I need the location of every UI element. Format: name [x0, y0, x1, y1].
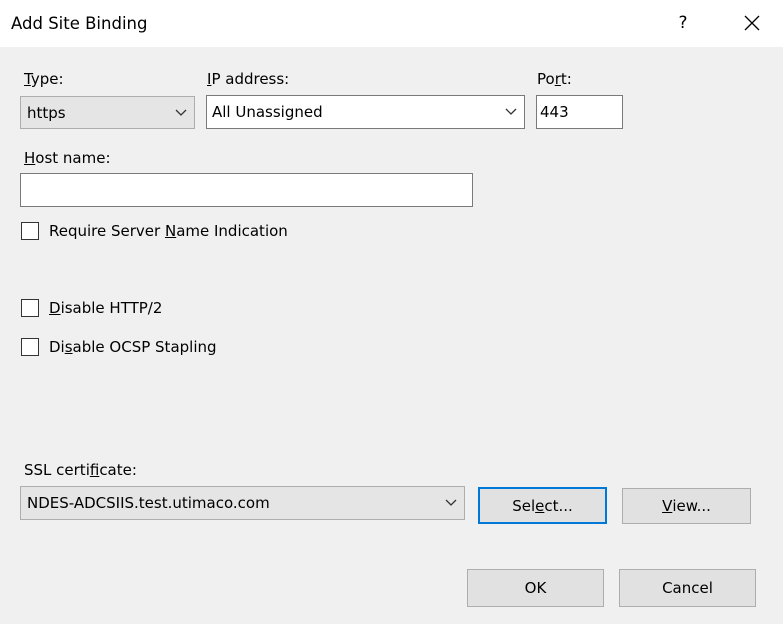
host-name-label: Host name:	[24, 149, 111, 167]
require-sni-checkbox[interactable]	[21, 222, 39, 240]
host-name-input[interactable]	[20, 173, 473, 207]
ssl-certificate-value: NDES-ADCSIIS.test.utimaco.com	[27, 494, 270, 512]
type-value: https	[27, 103, 66, 122]
ssl-certificate-label: SSL certificate:	[24, 461, 137, 479]
port-label: Port:	[537, 70, 572, 88]
close-button[interactable]	[733, 4, 771, 42]
ssl-certificate-dropdown[interactable]: NDES-ADCSIIS.test.utimaco.com	[20, 486, 465, 520]
port-input[interactable]: 443	[536, 95, 623, 129]
chevron-down-icon	[438, 487, 464, 519]
title-bar: Add Site Binding ?	[0, 0, 783, 47]
chevron-down-icon	[168, 97, 194, 128]
view-button[interactable]: View...	[622, 488, 751, 524]
cancel-button[interactable]: Cancel	[619, 569, 756, 607]
ip-address-combobox[interactable]: All Unassigned	[206, 95, 525, 129]
disable-ocsp-checkbox[interactable]	[21, 338, 39, 356]
disable-ocsp-label[interactable]: Disable OCSP Stapling	[49, 338, 217, 356]
type-dropdown[interactable]: https	[20, 96, 195, 129]
chevron-down-icon[interactable]	[498, 96, 524, 128]
ok-button[interactable]: OK	[467, 569, 604, 607]
ip-address-value: All Unassigned	[212, 103, 323, 121]
disable-http2-label[interactable]: Disable HTTP/2	[49, 299, 162, 317]
help-button[interactable]: ?	[664, 4, 702, 42]
ip-address-label: IP address:	[207, 70, 290, 88]
dialog-title: Add Site Binding	[11, 14, 148, 33]
select-button[interactable]: Sel e ct...	[478, 487, 607, 524]
disable-http2-checkbox[interactable]	[21, 299, 39, 317]
type-label: Type:	[24, 70, 64, 88]
require-sni-label[interactable]: Require Server Name Indication	[49, 222, 288, 240]
help-icon: ?	[678, 13, 688, 33]
close-icon	[744, 15, 760, 31]
